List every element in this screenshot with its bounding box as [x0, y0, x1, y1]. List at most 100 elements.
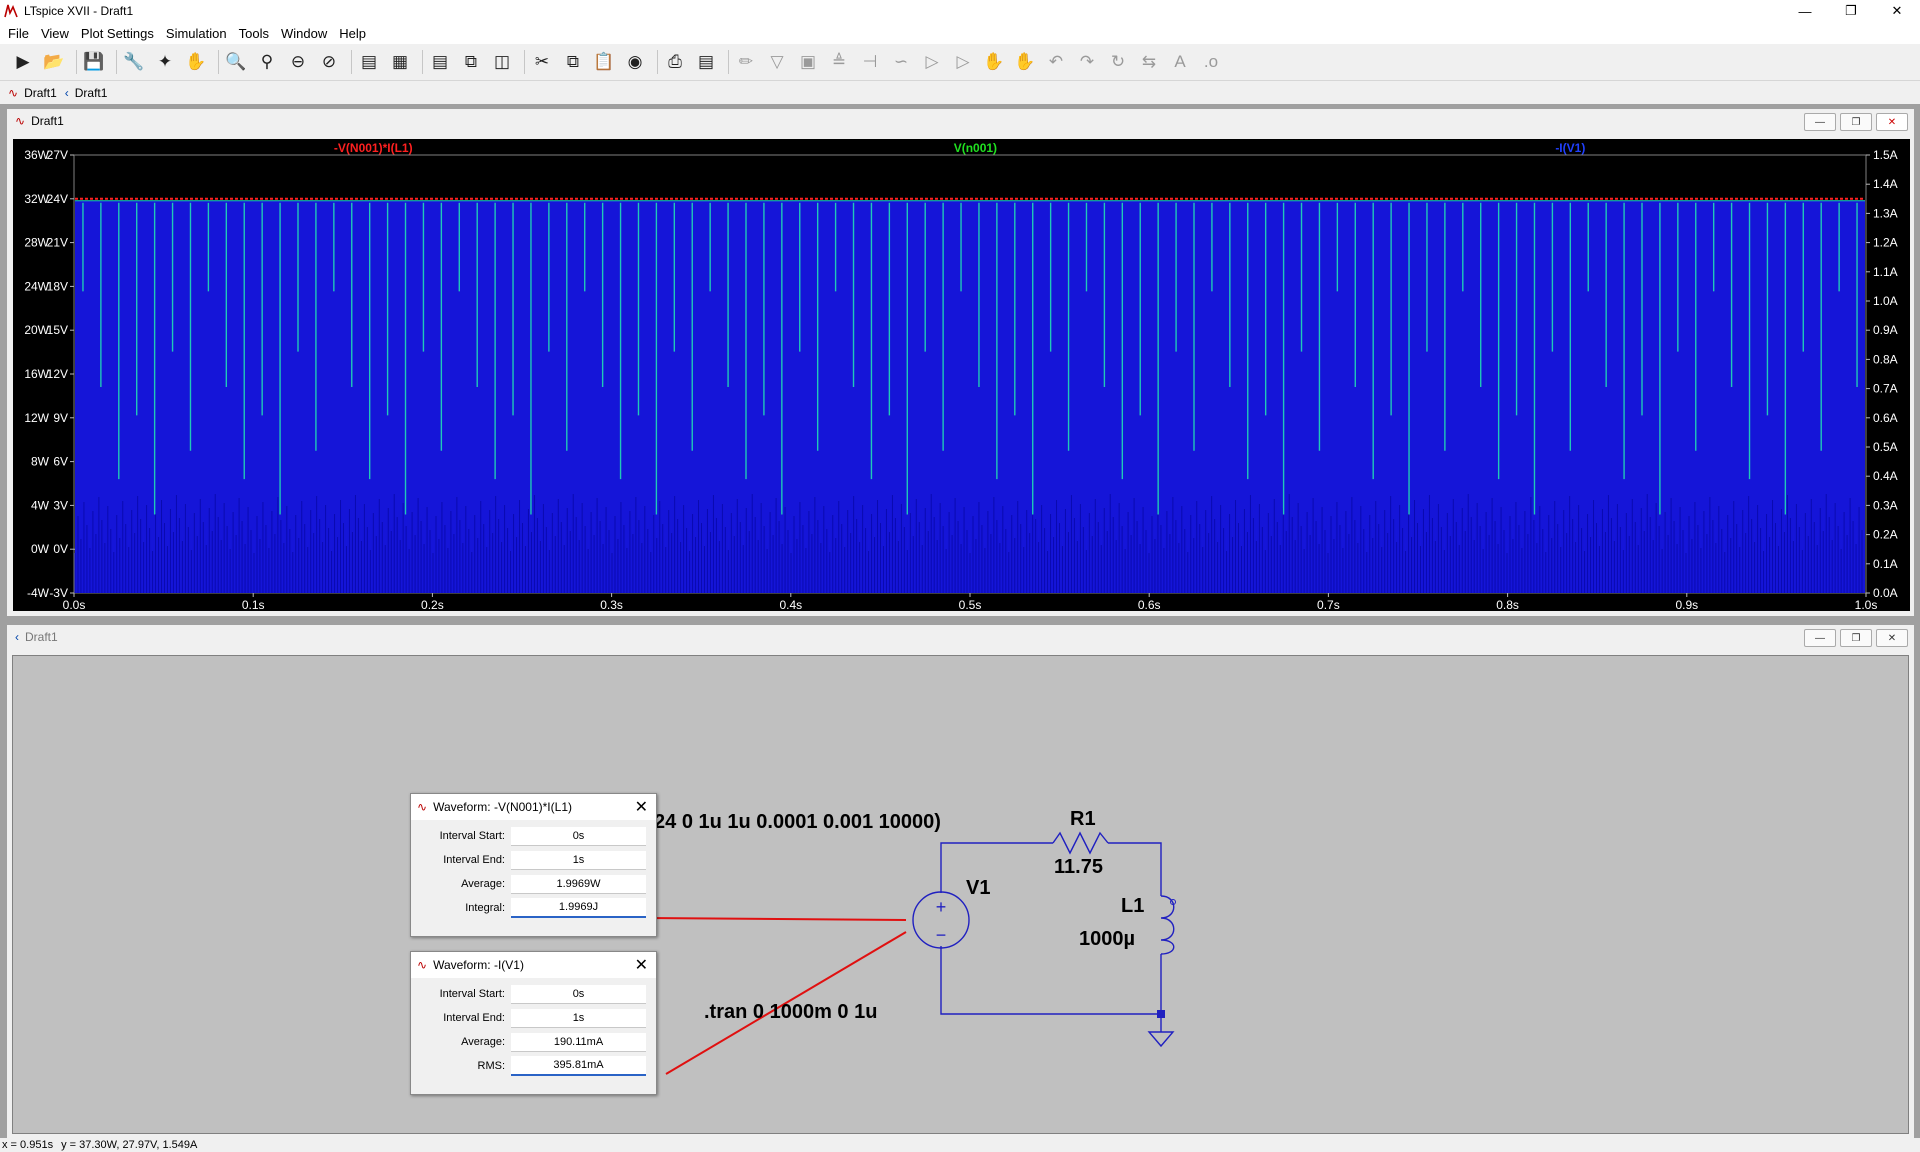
- wire[interactable]: [1108, 842, 1162, 894]
- resistor-value-label[interactable]: 11.75: [1054, 856, 1103, 878]
- schematic-canvas[interactable]: + − PULSE(0 24 0 1u 1u 0.0001 0.001 1000…: [12, 655, 1909, 1134]
- menu-tools[interactable]: Tools: [239, 26, 269, 41]
- tab-waveform-draft1[interactable]: ∿ Draft1: [8, 86, 57, 100]
- average-field[interactable]: 190.11mA: [511, 1032, 646, 1052]
- rotate-icon[interactable]: ↻: [1105, 49, 1131, 75]
- cascade-icon[interactable]: ⧉: [458, 49, 484, 75]
- resistor-name-label[interactable]: R1: [1070, 808, 1096, 830]
- y-tick-label-current: 0.9A: [1873, 323, 1898, 337]
- field-label: Interval Start:: [439, 988, 505, 1000]
- menu-help[interactable]: Help: [339, 26, 366, 41]
- diode-icon[interactable]: ▷: [919, 49, 945, 75]
- waveform-plot-pane[interactable]: 36W 27V 32W 24V 28W 21V 24W 18V 20W 15V 16W 12V 12W 9…: [13, 139, 1910, 612]
- ground-symbol[interactable]: [1147, 1031, 1175, 1048]
- redo-icon[interactable]: ↷: [1074, 49, 1100, 75]
- spice-directive-label[interactable]: .tran 0 1000m 0 1u: [704, 1001, 877, 1023]
- tab-schematic-draft1[interactable]: ‹ Draft1: [65, 86, 108, 100]
- interval-end-field[interactable]: 1s: [511, 1008, 646, 1028]
- open-icon[interactable]: 📂: [41, 49, 67, 75]
- y-tick-label-current: 1.3A: [1873, 206, 1898, 220]
- wire[interactable]: [940, 946, 1161, 1015]
- maximize-button[interactable]: ❐: [1828, 0, 1874, 22]
- voltage-source-v1[interactable]: + −: [912, 891, 970, 949]
- waveform-minimize-button[interactable]: —: [1804, 113, 1836, 131]
- inductor-value-label[interactable]: 1000µ: [1079, 928, 1135, 950]
- resistor-icon[interactable]: ≜: [826, 49, 852, 75]
- zoom-out-icon[interactable]: ⊖: [285, 49, 311, 75]
- waveform-window: ∿ Draft1 — ❐ ✕ 36W 27V 32W 24V 28W 21V 24W 18V 2…: [6, 108, 1915, 617]
- interval-end-field[interactable]: 1s: [511, 850, 646, 870]
- menu-file[interactable]: File: [8, 26, 29, 41]
- run-icon[interactable]: ▶: [10, 49, 36, 75]
- drag-icon[interactable]: ✋: [1012, 49, 1038, 75]
- plus-sign: +: [936, 897, 947, 917]
- waveform-close-button[interactable]: ✕: [1876, 113, 1908, 131]
- cut-icon[interactable]: ✂: [529, 49, 555, 75]
- dialog-close-button[interactable]: ✕: [635, 955, 648, 975]
- source-name-label[interactable]: V1: [966, 877, 990, 899]
- y-tick-label-voltage: 27V: [47, 148, 68, 162]
- paste-icon[interactable]: 📋: [591, 49, 617, 75]
- menu-view[interactable]: View: [41, 26, 69, 41]
- component-icon[interactable]: ▷: [950, 49, 976, 75]
- rms-field[interactable]: 395.81mA: [511, 1056, 646, 1076]
- halt-icon[interactable]: ✦: [152, 49, 178, 75]
- waveform-maximize-button[interactable]: ❐: [1840, 113, 1872, 131]
- control-panel-icon[interactable]: 🔧: [121, 49, 147, 75]
- plot-settings-icon[interactable]: ▦: [387, 49, 413, 75]
- dialog-row-interval-end: Interval End: 1s: [411, 1006, 656, 1030]
- inductor-name-label[interactable]: L1: [1121, 895, 1144, 917]
- field-label: Average:: [461, 878, 505, 890]
- schematic-close-button[interactable]: ✕: [1876, 629, 1908, 647]
- tile-horizontal-icon[interactable]: ▤: [427, 49, 453, 75]
- print-icon[interactable]: ⎙: [662, 49, 688, 75]
- menu-plot-settings[interactable]: Plot Settings: [81, 26, 154, 41]
- menu-simulation[interactable]: Simulation: [166, 26, 227, 41]
- dialog-close-button[interactable]: ✕: [635, 797, 648, 817]
- y-tick-label-power: 4W: [31, 498, 50, 512]
- ltspice-app-icon: [4, 4, 18, 18]
- print-preview-icon[interactable]: ▤: [693, 49, 719, 75]
- schematic-minimize-button[interactable]: —: [1804, 629, 1836, 647]
- y-tick-label-voltage: 18V: [47, 279, 68, 293]
- interval-start-field[interactable]: 0s: [511, 826, 646, 846]
- autorange-icon[interactable]: ▤: [356, 49, 382, 75]
- schematic-tab-icon: ‹: [64, 86, 69, 100]
- schematic-maximize-button[interactable]: ❐: [1840, 629, 1872, 647]
- move-icon[interactable]: ✋: [981, 49, 1007, 75]
- spice-directive-icon[interactable]: .o: [1198, 49, 1224, 75]
- find-icon[interactable]: ◉: [622, 49, 648, 75]
- menu-window[interactable]: Window: [281, 26, 327, 41]
- x-tick-label: 0.4s: [779, 598, 802, 611]
- zoom-in-icon[interactable]: 🔍: [223, 49, 249, 75]
- integral-field[interactable]: 1.9969J: [511, 898, 646, 918]
- inductor-l1[interactable]: [1160, 894, 1176, 955]
- interval-start-field[interactable]: 0s: [511, 984, 646, 1004]
- ground-icon[interactable]: ▽: [764, 49, 790, 75]
- minimize-button[interactable]: —: [1782, 0, 1828, 22]
- mirror-icon[interactable]: ⇆: [1136, 49, 1162, 75]
- tile-vertical-icon[interactable]: ◫: [489, 49, 515, 75]
- label-net-icon[interactable]: ▣: [795, 49, 821, 75]
- pan-icon[interactable]: ✋: [183, 49, 209, 75]
- close-button[interactable]: ✕: [1874, 0, 1920, 22]
- capacitor-icon[interactable]: ⊣: [857, 49, 883, 75]
- wire[interactable]: [940, 842, 1053, 893]
- undo-icon[interactable]: ↶: [1043, 49, 1069, 75]
- average-field[interactable]: 1.9969W: [511, 874, 646, 894]
- copy-icon[interactable]: ⧉: [560, 49, 586, 75]
- save-icon[interactable]: 💾: [81, 49, 107, 75]
- text-icon[interactable]: A: [1167, 49, 1193, 75]
- zoom-area-icon[interactable]: ⚲: [254, 49, 280, 75]
- resistor-r1[interactable]: [1052, 831, 1109, 855]
- y-tick-label-power: 0W: [31, 542, 50, 556]
- cursor-y-readout: y = 37.30W, 27.97V, 1.549A: [61, 1139, 198, 1151]
- field-label: RMS:: [477, 1060, 506, 1072]
- inductor-icon[interactable]: ∽: [888, 49, 914, 75]
- document-tabs: ∿ Draft1 ‹ Draft1: [0, 82, 1920, 104]
- status-bar: x = 0.951s y = 37.30W, 27.97V, 1.549A: [0, 1138, 1920, 1152]
- y-tick-label-current: 0.4A: [1873, 469, 1898, 483]
- zoom-full-icon[interactable]: ⊘: [316, 49, 342, 75]
- y-tick-label-current: 0.5A: [1873, 440, 1898, 454]
- draw-wire-icon[interactable]: ✏: [733, 49, 759, 75]
